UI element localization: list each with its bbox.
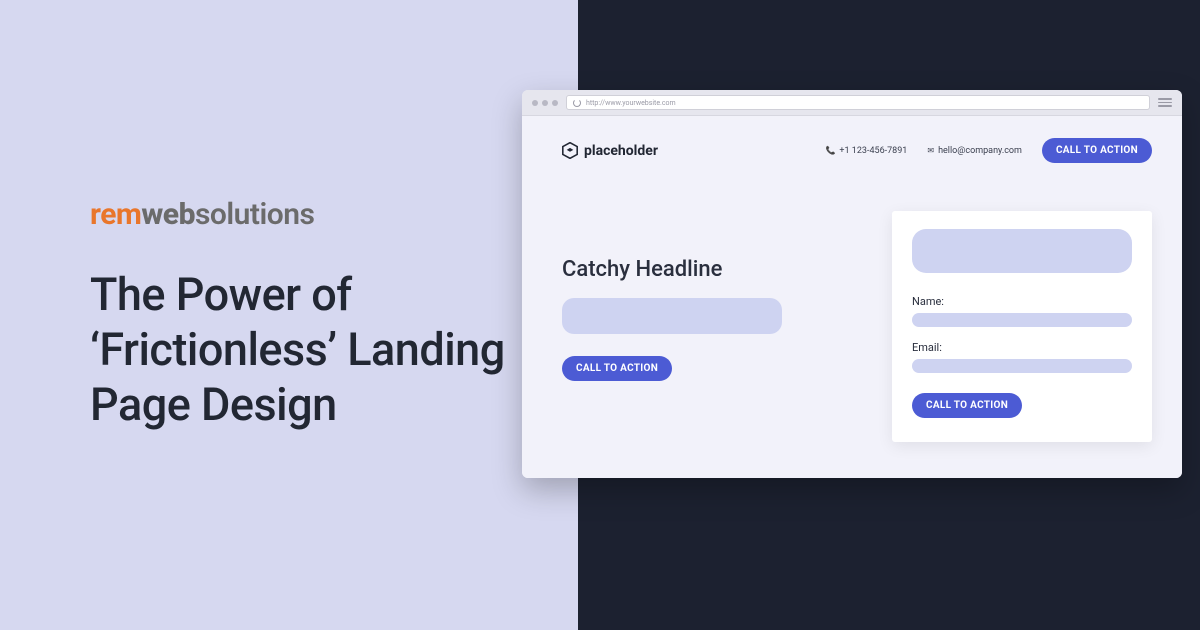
hexagon-icon bbox=[562, 142, 578, 159]
window-dot bbox=[532, 100, 538, 106]
form-card: Name: Email: CALL TO ACTION bbox=[892, 211, 1152, 442]
mockup-topbar: placeholder 📞 +1 123-456-7891 ✉ hello@co… bbox=[562, 138, 1152, 163]
mockup-brand: placeholder bbox=[562, 142, 658, 159]
brand-text: placeholder bbox=[584, 143, 658, 159]
logo-part-solutions: solutions bbox=[195, 197, 314, 232]
landing-page-mockup: placeholder 📞 +1 123-456-7891 ✉ hello@co… bbox=[522, 116, 1182, 478]
form-header-placeholder bbox=[912, 229, 1132, 273]
browser-mockup: http://www.yourwebsite.com placeholder 📞… bbox=[522, 90, 1182, 478]
menu-icon[interactable] bbox=[1158, 98, 1172, 107]
window-dot bbox=[542, 100, 548, 106]
logo-part-rem: rem bbox=[90, 197, 141, 232]
phone-contact: 📞 +1 123-456-7891 bbox=[825, 146, 907, 156]
right-panel: http://www.yourwebsite.com placeholder 📞… bbox=[578, 0, 1200, 630]
catchy-headline: Catchy Headline bbox=[562, 257, 862, 282]
email-text: hello@company.com bbox=[938, 146, 1022, 156]
browser-chrome: http://www.yourwebsite.com bbox=[522, 90, 1182, 116]
envelope-icon: ✉ bbox=[927, 146, 934, 155]
window-controls bbox=[532, 100, 558, 106]
subheadline-placeholder bbox=[562, 298, 782, 334]
logo-part-web: web bbox=[141, 197, 195, 232]
address-bar[interactable]: http://www.yourwebsite.com bbox=[566, 95, 1150, 110]
company-logo: remwebsolutions bbox=[90, 197, 518, 232]
phone-icon: 📞 bbox=[825, 146, 835, 155]
name-field[interactable] bbox=[912, 313, 1132, 327]
form-cta-button[interactable]: CALL TO ACTION bbox=[912, 393, 1022, 418]
name-label: Name: bbox=[912, 295, 1132, 308]
url-text: http://www.yourwebsite.com bbox=[586, 99, 676, 107]
body-cta-button[interactable]: CALL TO ACTION bbox=[562, 356, 672, 381]
left-panel: remwebsolutions The Power of ‘Frictionle… bbox=[0, 0, 578, 630]
email-field[interactable] bbox=[912, 359, 1132, 373]
window-dot bbox=[552, 100, 558, 106]
mockup-left-col: Catchy Headline CALL TO ACTION bbox=[562, 211, 862, 381]
refresh-icon bbox=[573, 99, 581, 107]
email-label: Email: bbox=[912, 341, 1132, 354]
mockup-body: Catchy Headline CALL TO ACTION Name: Ema… bbox=[562, 211, 1152, 442]
header-cta-button[interactable]: CALL TO ACTION bbox=[1042, 138, 1152, 163]
email-contact: ✉ hello@company.com bbox=[927, 146, 1022, 156]
article-headline: The Power of ‘Frictionless’ Landing Page… bbox=[90, 268, 518, 433]
phone-text: +1 123-456-7891 bbox=[839, 146, 907, 156]
